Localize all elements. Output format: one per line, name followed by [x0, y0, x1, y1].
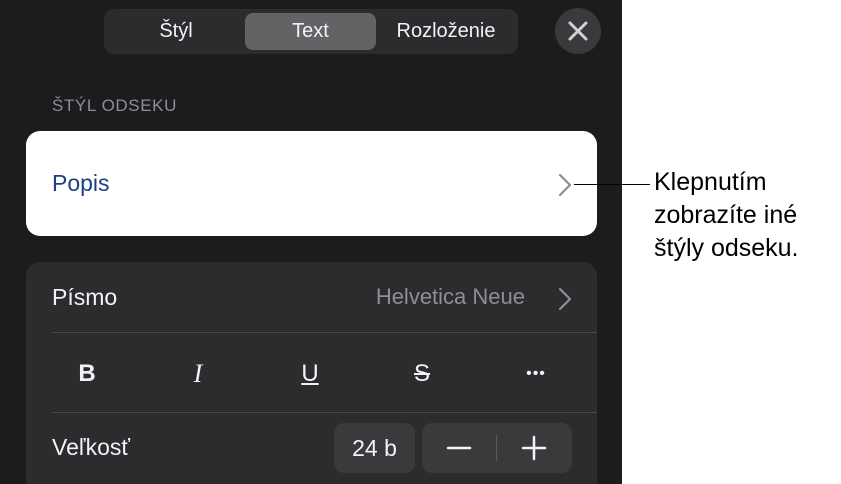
- chevron-right-icon: [558, 287, 572, 311]
- paragraph-style-button[interactable]: Popis: [26, 131, 597, 236]
- font-size-stepper: [422, 423, 572, 473]
- text-options-group: Písmo Helvetica Neue B I U S ••• Veľkosť…: [26, 262, 597, 484]
- paragraph-style-name: Popis: [52, 170, 110, 196]
- format-panel: Štýl Text Rozloženie ŠTÝL ODSEKU Popis P…: [0, 0, 622, 484]
- format-tabs: Štýl Text Rozloženie: [104, 9, 518, 54]
- more-options-button[interactable]: •••: [496, 344, 576, 404]
- tab-layout[interactable]: Rozloženie: [378, 13, 514, 50]
- font-row[interactable]: Písmo Helvetica Neue: [26, 262, 597, 332]
- section-label: ŠTÝL ODSEKU: [52, 96, 178, 115]
- underline-button[interactable]: U: [270, 344, 350, 404]
- divider: [52, 412, 597, 413]
- tab-text[interactable]: Text: [245, 13, 376, 50]
- strikethrough-button[interactable]: S: [382, 344, 462, 404]
- callout-line-2: zobrazíte iné: [654, 201, 798, 229]
- tab-style[interactable]: Štýl: [110, 13, 242, 50]
- callout-line-1: Klepnutím: [654, 168, 767, 196]
- close-button[interactable]: [555, 8, 601, 54]
- divider: [52, 332, 597, 333]
- font-size-field[interactable]: 24 b: [334, 423, 415, 473]
- plus-icon: [521, 435, 547, 461]
- font-label: Písmo: [52, 284, 118, 310]
- minus-icon: [446, 446, 472, 450]
- callout-line: [574, 184, 650, 185]
- decrease-size-button[interactable]: [422, 423, 496, 473]
- size-label: Veľkosť: [52, 434, 130, 460]
- callout-text: Klepnutím zobrazíte iné štýly odseku.: [654, 166, 840, 265]
- chevron-right-icon: [558, 173, 572, 197]
- font-value: Helvetica Neue: [375, 284, 525, 309]
- bold-button[interactable]: B: [47, 344, 127, 404]
- callout-line-3: štýly odseku.: [654, 234, 799, 262]
- close-icon: [568, 21, 588, 41]
- italic-button[interactable]: I: [158, 344, 238, 404]
- increase-size-button[interactable]: [497, 423, 571, 473]
